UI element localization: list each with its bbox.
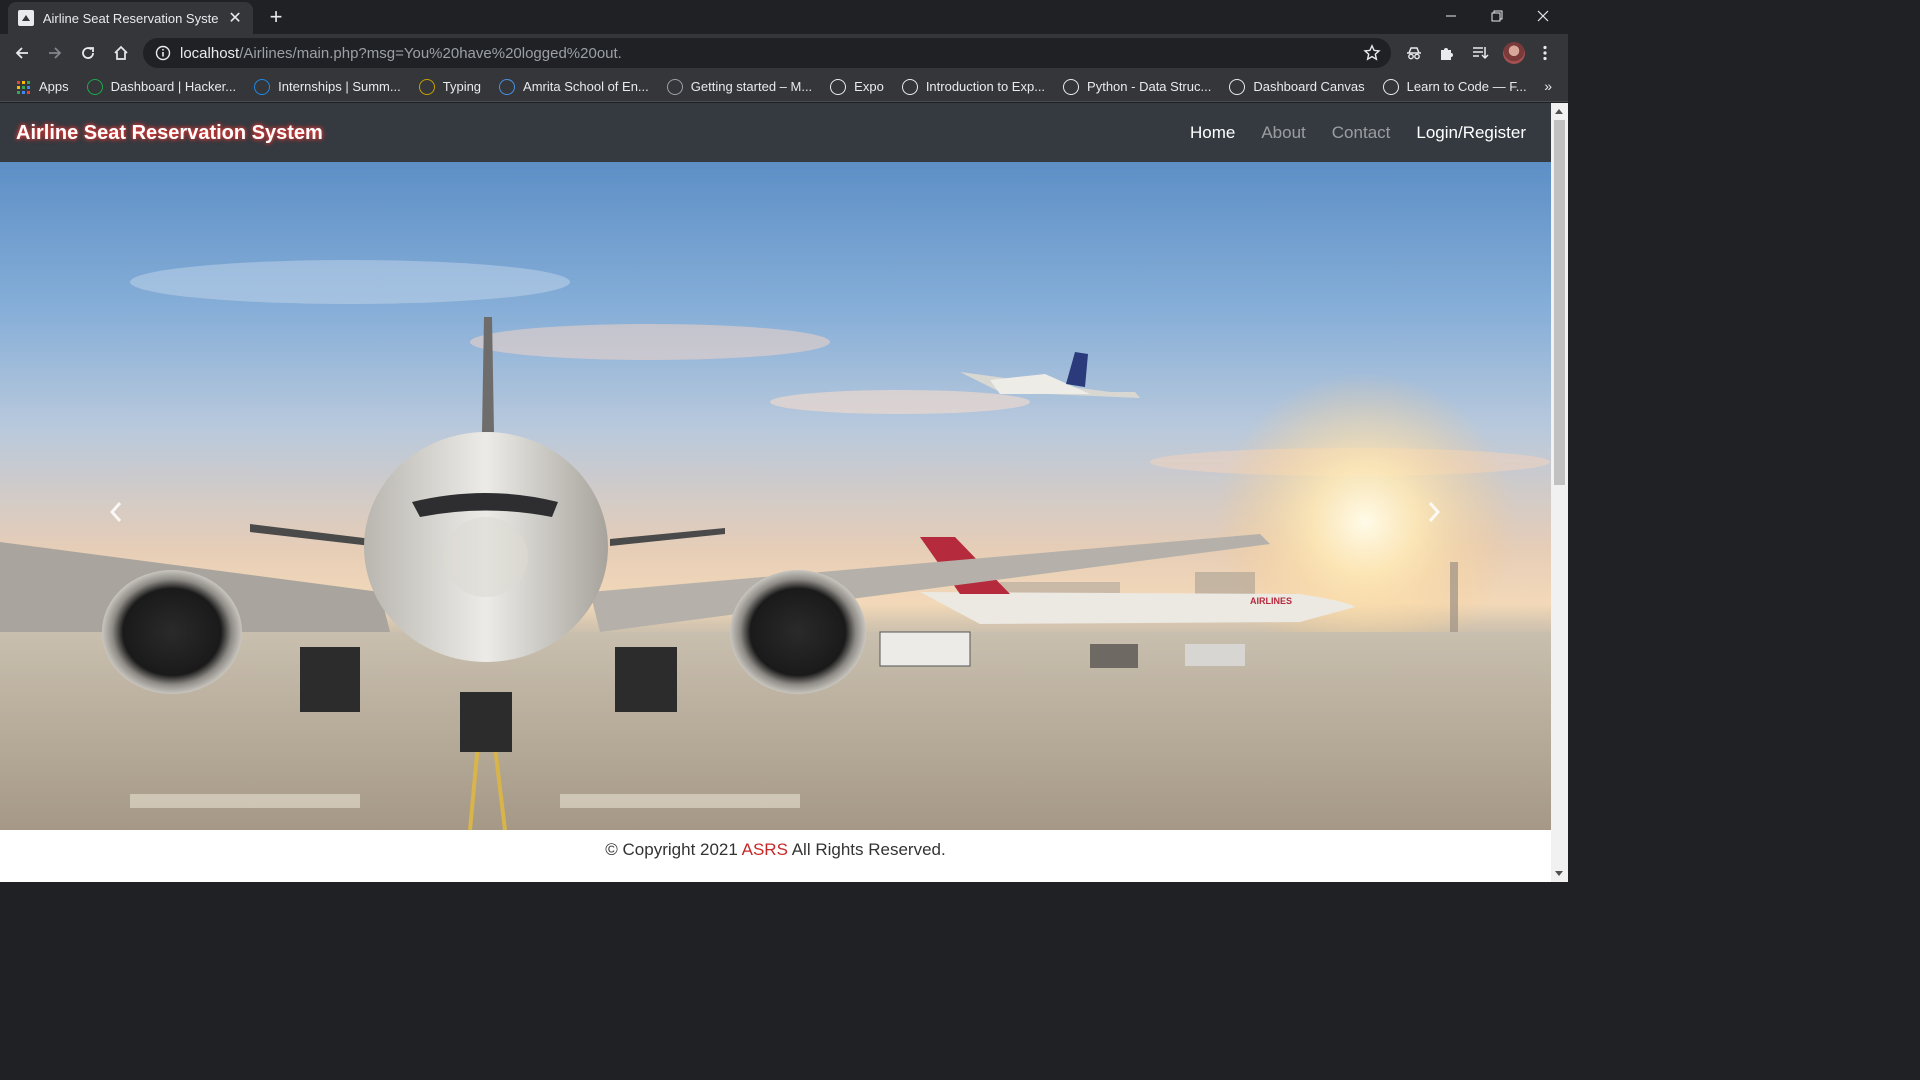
bookmark-label: Apps [39,79,69,94]
copyright-text: © Copyright 2021 ASRS All Rights Reserve… [605,840,945,882]
page-viewport: Airline Seat Reservation System Home Abo… [0,103,1568,882]
bookmark-item[interactable]: Dashboard Canvas [1229,78,1365,95]
scrollbar-thumb[interactable] [1554,120,1565,485]
browser-menu-icon[interactable] [1535,43,1555,63]
bookmark-label: Learn to Code — F... [1406,79,1527,94]
browser-tab[interactable]: Airline Seat Reservation System | ✕ [8,2,253,34]
bookmark-label: Introduction to Exp... [925,79,1046,94]
restore-button[interactable] [1474,0,1520,32]
url-path: /Airlines/main.php?msg=You%20have%20logg… [239,44,622,62]
internshala-icon [254,78,271,95]
bookmark-item[interactable]: Python - Data Struc... [1063,78,1212,95]
page-favicon-icon [18,10,34,26]
browser-toolbar: localhost/Airlines/main.php?msg=You%20ha… [0,34,1568,72]
nav-home[interactable]: Home [1190,123,1235,143]
new-tab-button[interactable]: + [264,6,288,30]
bookmark-item[interactable]: Apps [15,79,69,95]
bookmark-item[interactable]: Getting started – M... [666,78,813,95]
url-host: localhost [180,44,240,62]
tab-title: Airline Seat Reservation System | [42,10,220,26]
carousel-prev-icon[interactable] [101,492,131,532]
airport-hero-image: AIRLINES [0,260,1551,830]
typing-icon [418,78,435,95]
copyright-suffix: All Rights Reserved. [787,840,946,859]
address-bar[interactable]: localhost/Airlines/main.php?msg=You%20ha… [143,38,1391,68]
close-window-button[interactable] [1520,0,1566,32]
copyright-brand: ASRS [741,840,788,859]
site-brand[interactable]: Airline Seat Reservation System [16,122,323,145]
bookmark-item[interactable]: Amrita School of En... [499,78,649,95]
globe-icon [666,78,683,95]
bookmarks-overflow-icon[interactable]: » [1544,78,1552,94]
tab-close-icon[interactable]: ✕ [227,8,243,28]
bookmark-item[interactable]: Expo [830,78,884,95]
freecodecamp-icon [1382,78,1399,95]
extension-incognito-icon[interactable] [1404,43,1424,63]
reading-list-icon[interactable] [1470,43,1490,63]
page-scrollbar[interactable] [1551,103,1568,882]
amrita-icon [499,78,516,95]
bookmark-label: Internships | Summ... [278,79,401,94]
bookmark-label: Getting started – M... [690,79,813,94]
scroll-up-icon[interactable] [1555,109,1563,114]
bookmark-label: Amrita School of En... [523,79,649,94]
bookmark-item[interactable]: Typing [418,78,482,95]
python-icon [1063,78,1080,95]
site-info-icon[interactable] [155,45,171,61]
scroll-down-icon[interactable] [1555,871,1563,876]
carousel-next-icon[interactable] [1419,492,1449,532]
aws-icon [1229,78,1246,95]
bookmark-label: Typing [442,79,482,94]
copyright-prefix: © Copyright 2021 [605,840,742,859]
profile-avatar[interactable] [1503,42,1525,64]
reload-icon[interactable] [76,41,100,65]
bookmark-item[interactable]: Dashboard | Hacker... [86,78,237,95]
url-text: localhost/Airlines/main.php?msg=You%20ha… [180,45,622,62]
bookmark-label: Expo [854,79,884,94]
nav-login-register[interactable]: Login/Register [1416,123,1526,143]
bookmark-item[interactable]: Introduction to Exp... [901,78,1046,95]
bookmark-item[interactable]: Internships | Summ... [254,78,401,95]
site-footer: © Copyright 2021 ASRS All Rights Reserve… [0,830,1551,882]
site-navbar: Airline Seat Reservation System Home Abo… [0,103,1551,162]
minimize-button[interactable] [1428,0,1474,32]
extensions-puzzle-icon[interactable] [1437,43,1457,63]
nav-about[interactable]: About [1261,123,1305,143]
home-icon[interactable] [109,41,133,65]
hero-carousel: AIRLINES [0,162,1551,830]
svg-text:AIRLINES: AIRLINES [1250,596,1292,606]
bookmarks-bar: Apps Dashboard | Hacker... Internships | S… [0,72,1568,102]
back-icon[interactable] [10,41,34,65]
browser-tabstrip: Airline Seat Reservation System | ✕ + [0,0,1568,34]
apps-grid-icon [15,79,31,95]
nav-menu: Home About Contact Login/Register [1190,123,1526,143]
bookmark-item[interactable]: Learn to Code — F... [1382,78,1527,95]
bookmark-label: Python - Data Struc... [1087,79,1212,94]
intro-icon [901,78,918,95]
expo-icon [830,78,847,95]
hackerrank-icon [86,78,103,95]
forward-icon[interactable] [43,41,67,65]
bookmark-star-icon[interactable] [1363,44,1381,62]
bookmark-label: Dashboard | Hacker... [110,79,237,94]
nav-contact[interactable]: Contact [1332,123,1391,143]
bookmark-label: Dashboard Canvas [1253,79,1365,94]
